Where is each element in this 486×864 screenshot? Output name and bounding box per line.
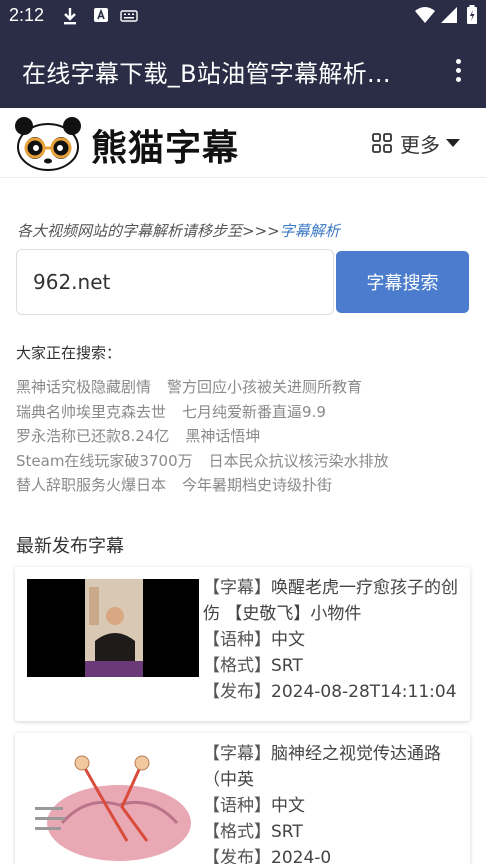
language-label: 【语种】 (203, 796, 271, 816)
download-icon (64, 8, 76, 25)
title-label: 【字幕】 (203, 744, 271, 764)
search-button[interactable]: 字幕搜索 (336, 251, 469, 313)
format-value: SRT (271, 656, 303, 676)
date-label: 【发布】 (203, 848, 271, 864)
panda-logo-icon[interactable] (14, 114, 82, 172)
date-label: 【发布】 (203, 682, 271, 702)
battery-icon (467, 5, 477, 24)
more-vert-icon[interactable] (444, 56, 472, 86)
hot-row: 罗永浩称已还款8.24亿 黑神话悟坤 (16, 425, 476, 450)
logo-text[interactable]: 熊猫字幕 (91, 119, 239, 171)
hot-row: 黑神话究极隐藏剧情 警方回应小孩被关进厕所教育 (16, 376, 476, 401)
more-menu-button[interactable]: 更多 (372, 128, 460, 158)
hint-text: 各大视频网站的字幕解析请移步至>>> (17, 222, 280, 240)
text-a-icon (94, 8, 108, 22)
hot-search-link[interactable]: 警方回应小孩被关进厕所教育 (167, 378, 362, 396)
hot-search-link[interactable]: 替人辞职服务火爆日本 (16, 476, 166, 494)
language-label: 【语种】 (203, 630, 271, 650)
hot-search-link[interactable]: 日本民众抗议核污染水排放 (209, 452, 389, 470)
hot-search-link[interactable]: Steam在线玩家破3700万 (16, 452, 193, 470)
language-value: 中文 (271, 796, 305, 816)
latest-title: 最新发布字幕 (16, 536, 124, 557)
more-label: 更多 (400, 132, 440, 157)
subtitle-info: 【字幕】唤醒老虎一疗愈孩子的创伤 【史敬飞】小物件 【语种】中文 【格式】SRT… (203, 575, 465, 705)
wifi-icon (415, 7, 435, 23)
hot-search-title: 大家正在搜索： (16, 344, 122, 362)
date-value: 2024-0 (271, 848, 332, 864)
date-row: 【发布】2024-0 (203, 845, 465, 864)
signal-icon (441, 7, 457, 23)
hot-search-link[interactable]: 罗永浩称已还款8.24亿 (16, 427, 169, 445)
hot-row: 替人辞职服务火爆日本 今年暑期档史诗级扑街 (16, 474, 476, 499)
search-input[interactable] (16, 249, 334, 315)
app-bar-title: 在线字幕下载_B站油管字幕解析... (22, 60, 391, 88)
title-label: 【字幕】 (203, 578, 271, 598)
format-row: 【格式】SRT (203, 653, 465, 679)
hot-row: Steam在线玩家破3700万 日本民众抗议核污染水排放 (16, 450, 476, 475)
subtitle-title-row: 【字幕】脑神经之视觉传达通路（中英 (203, 741, 465, 793)
hot-search-link[interactable]: 今年暑期档史诗级扑街 (182, 476, 332, 494)
hot-search-link[interactable]: 黑神话究极隐藏剧情 (16, 378, 151, 396)
language-value: 中文 (271, 630, 305, 650)
site-header: 熊猫字幕 更多 (0, 108, 486, 178)
hot-row: 瑞典名帅埃里克森去世 七月纯爱新番直逼9.9 (16, 401, 476, 426)
subtitle-title-row: 【字幕】唤醒老虎一疗愈孩子的创伤 【史敬飞】小物件 (203, 575, 465, 627)
subtitle-card[interactable]: 【字幕】唤醒老虎一疗愈孩子的创伤 【史敬飞】小物件 【语种】中文 【格式】SRT… (15, 567, 470, 721)
hot-search-link[interactable]: 七月纯爱新番直逼9.9 (182, 403, 326, 421)
grid-icon (372, 133, 392, 153)
subtitle-info: 【字幕】脑神经之视觉传达通路（中英 【语种】中文 【格式】SRT 【发布】202… (203, 741, 465, 864)
date-row: 【发布】2024-08-28T14:11:04 (203, 679, 465, 705)
status-bar: 2:12 (0, 0, 486, 34)
hot-search-link[interactable]: 瑞典名帅埃里克森去世 (16, 403, 166, 421)
language-row: 【语种】中文 (203, 793, 465, 819)
hot-search-list: 黑神话究极隐藏剧情 警方回应小孩被关进厕所教育 瑞典名帅埃里克森去世 七月纯爱新番直… (16, 376, 476, 499)
date-value: 2024-08-28T14:11:04 (271, 682, 457, 702)
hot-search-link[interactable]: 黑神话悟坤 (185, 427, 260, 445)
language-row: 【语种】中文 (203, 627, 465, 653)
format-row: 【格式】SRT (203, 819, 465, 845)
parse-link[interactable]: 字幕解析 (280, 222, 340, 240)
app-bar: 在线字幕下载_B站油管字幕解析... (0, 34, 486, 108)
brain-diagram-thumbnail[interactable] (27, 745, 199, 864)
keyboard-icon (120, 10, 138, 22)
format-label: 【格式】 (203, 656, 271, 676)
status-time: 2:12 (9, 5, 45, 25)
parse-hint: 各大视频网站的字幕解析请移步至>>>字幕解析 (17, 220, 340, 241)
subtitle-card[interactable]: 【字幕】脑神经之视觉传达通路（中英 【语种】中文 【格式】SRT 【发布】202… (15, 733, 470, 864)
format-label: 【格式】 (203, 822, 271, 842)
format-value: SRT (271, 822, 303, 842)
caret-down-icon (446, 139, 460, 147)
video-thumbnail[interactable] (27, 579, 199, 677)
